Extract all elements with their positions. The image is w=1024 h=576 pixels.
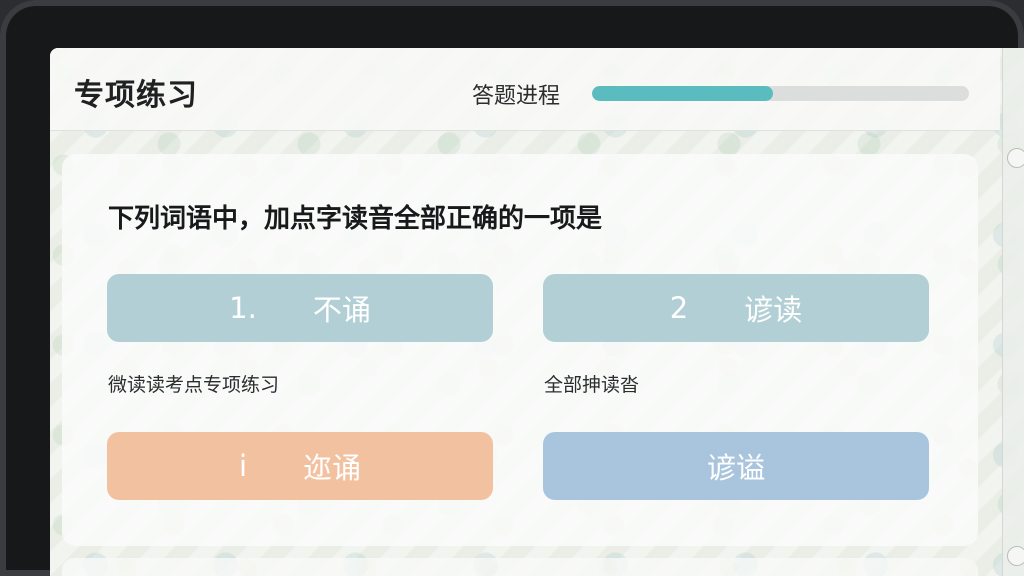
page-title: 专项练习: [74, 78, 198, 113]
side-panel[interactable]: [1002, 48, 1024, 576]
option-1-number: 1.: [229, 291, 257, 325]
option-3-label: 迩诵: [303, 451, 362, 485]
option-2-button[interactable]: 2 谚读: [543, 274, 929, 342]
side-toggle-icon-bottom[interactable]: [1007, 546, 1024, 566]
option-4-label: 谚谥: [706, 451, 765, 485]
option-2-number: 2: [669, 291, 689, 325]
question-text: 下列词语中，加点字读音全部正确的一项是: [108, 204, 603, 234]
option-1-note: 微读读考点专项练习: [108, 374, 280, 396]
option-3-number: i: [238, 449, 248, 483]
progress-label: 答题进程: [472, 84, 561, 109]
progress-bar: [592, 86, 969, 101]
app-screen: 专项练习 答题进程 下列词语中，加点字读音全部正确的一项是 1. 不诵 2 谚读…: [50, 48, 1024, 576]
side-toggle-icon[interactable]: [1007, 148, 1024, 168]
option-1-label: 不诵: [312, 293, 371, 327]
option-2-note: 全部抻读沓: [544, 374, 640, 396]
option-1-button[interactable]: 1. 不诵: [107, 274, 493, 342]
next-card-peek: [62, 558, 978, 576]
option-2-label: 谚读: [744, 293, 803, 327]
option-3-button[interactable]: i 迩诵: [107, 432, 493, 500]
progress-bar-fill: [592, 86, 773, 101]
question-card: 下列词语中，加点字读音全部正确的一项是 1. 不诵 2 谚读 微读读考点专项练习…: [62, 154, 978, 546]
option-4-button[interactable]: 谚谥: [543, 432, 929, 500]
app-header: 专项练习 答题进程: [50, 48, 1000, 131]
